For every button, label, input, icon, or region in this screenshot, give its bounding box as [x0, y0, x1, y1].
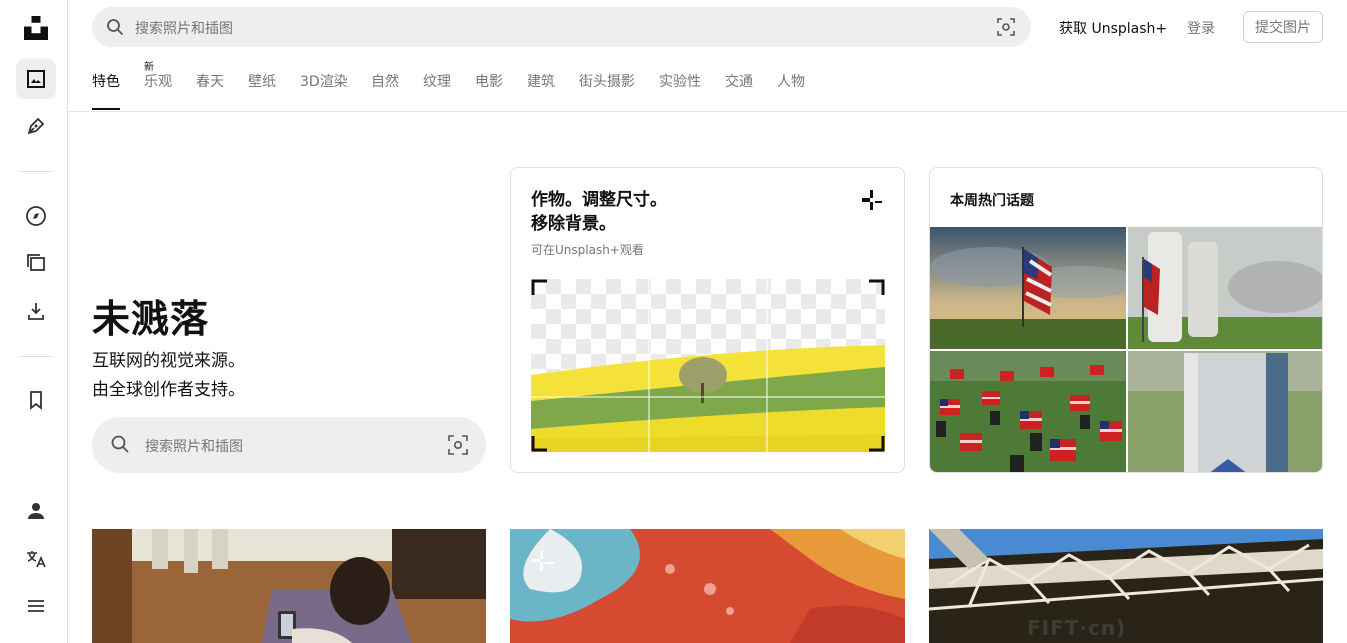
unsplash-plus-promo-card[interactable]: 作物。调整尺寸。 移除背景。 可在Unsplash+观看 — [510, 167, 905, 473]
tab-nature[interactable]: 自然 — [371, 71, 399, 91]
sidebar-bookmarks-button[interactable] — [16, 380, 56, 420]
tabs-divider — [68, 111, 1347, 112]
tab-street-photography[interactable]: 街头摄影 — [579, 71, 635, 91]
hero-subtitle-line2: 由全球创作者支持。 — [92, 380, 245, 400]
promo-title: 作物。调整尺寸。 移除背景。 — [531, 188, 667, 236]
promo-title-line1: 作物。调整尺寸。 — [531, 190, 667, 210]
tab-people[interactable]: 人物 — [777, 71, 805, 91]
tab-architecture[interactable]: 建筑 — [527, 71, 555, 91]
compass-icon — [26, 206, 46, 226]
tab-travel[interactable]: 交通 — [725, 71, 753, 91]
search-input-placeholder[interactable]: 搜索照片和插图 — [135, 18, 233, 38]
topic-image-flag-sunset[interactable] — [930, 227, 1126, 349]
sidebar-collections-button[interactable] — [16, 243, 56, 283]
promo-title-line2: 移除背景。 — [531, 214, 616, 234]
search-icon[interactable] — [106, 18, 124, 36]
submit-image-button[interactable]: 提交图片 — [1243, 11, 1323, 43]
hero-subtitle-line1: 互联网的视觉来源。 — [92, 351, 245, 371]
tab-spring[interactable]: 春天 — [196, 71, 224, 91]
sidebar — [0, 0, 68, 643]
unsplash-plus-icon — [862, 190, 882, 210]
trending-topics-title: 本周热门话题 — [950, 193, 1034, 209]
tab-optimism[interactable]: 乐观 — [144, 71, 172, 91]
search-icon[interactable] — [110, 434, 130, 454]
tab-3d-renders[interactable]: 3D渲染 — [300, 71, 348, 91]
tab-film[interactable]: 电影 — [475, 71, 503, 91]
pen-icon — [27, 117, 45, 135]
collections-icon — [27, 254, 45, 271]
sidebar-illustrations-button[interactable] — [16, 106, 56, 146]
trending-topics-card[interactable]: 本周热门话题 — [929, 167, 1323, 473]
hero-title: 未溅落 — [92, 297, 210, 341]
person-icon — [28, 503, 44, 519]
sidebar-menu-button[interactable] — [16, 586, 56, 626]
sidebar-photos-button[interactable] — [16, 59, 56, 99]
hero-search-bar[interactable]: 搜索照片和插图 — [92, 417, 486, 473]
topic-image-headstone[interactable] — [1128, 351, 1322, 472]
tab-featured[interactable]: 特色 — [92, 71, 120, 91]
download-icon — [28, 303, 44, 320]
photo-fluid-art[interactable] — [510, 529, 905, 643]
promo-subtitle: 可在Unsplash+观看 — [531, 243, 644, 257]
translate-icon — [27, 551, 46, 568]
get-unsplash-plus-link[interactable]: 获取 Unsplash+ — [1059, 18, 1167, 38]
login-link[interactable]: 登录 — [1187, 18, 1215, 38]
header-search-bar[interactable]: 搜索照片和插图 — [92, 7, 1031, 47]
topic-image-flag-field[interactable] — [930, 351, 1126, 472]
topic-image-cemetery[interactable] — [1128, 227, 1322, 349]
tab-experimental[interactable]: 实验性 — [659, 71, 701, 91]
sidebar-explore-button[interactable] — [16, 196, 56, 236]
image-icon — [27, 70, 45, 88]
unsplash-logo-icon[interactable] — [24, 16, 48, 44]
menu-icon — [28, 600, 44, 612]
sidebar-account-button[interactable] — [16, 491, 56, 531]
sidebar-downloads-button[interactable] — [16, 291, 56, 331]
sidebar-language-button[interactable] — [16, 539, 56, 579]
visual-search-icon[interactable] — [997, 18, 1015, 36]
visual-search-icon[interactable] — [448, 435, 468, 455]
active-tab-indicator — [92, 108, 120, 110]
tab-wallpapers[interactable]: 壁纸 — [248, 71, 276, 91]
watermark-text: FIFT·cn) — [1027, 616, 1127, 640]
photo-woman-phone[interactable] — [92, 529, 486, 643]
crop-preview-image — [531, 279, 885, 452]
sidebar-divider — [20, 356, 52, 357]
sidebar-divider — [20, 171, 52, 172]
hero-search-placeholder[interactable]: 搜索照片和插图 — [145, 436, 243, 456]
bookmark-icon — [30, 391, 42, 410]
tab-textures[interactable]: 纹理 — [423, 71, 451, 91]
